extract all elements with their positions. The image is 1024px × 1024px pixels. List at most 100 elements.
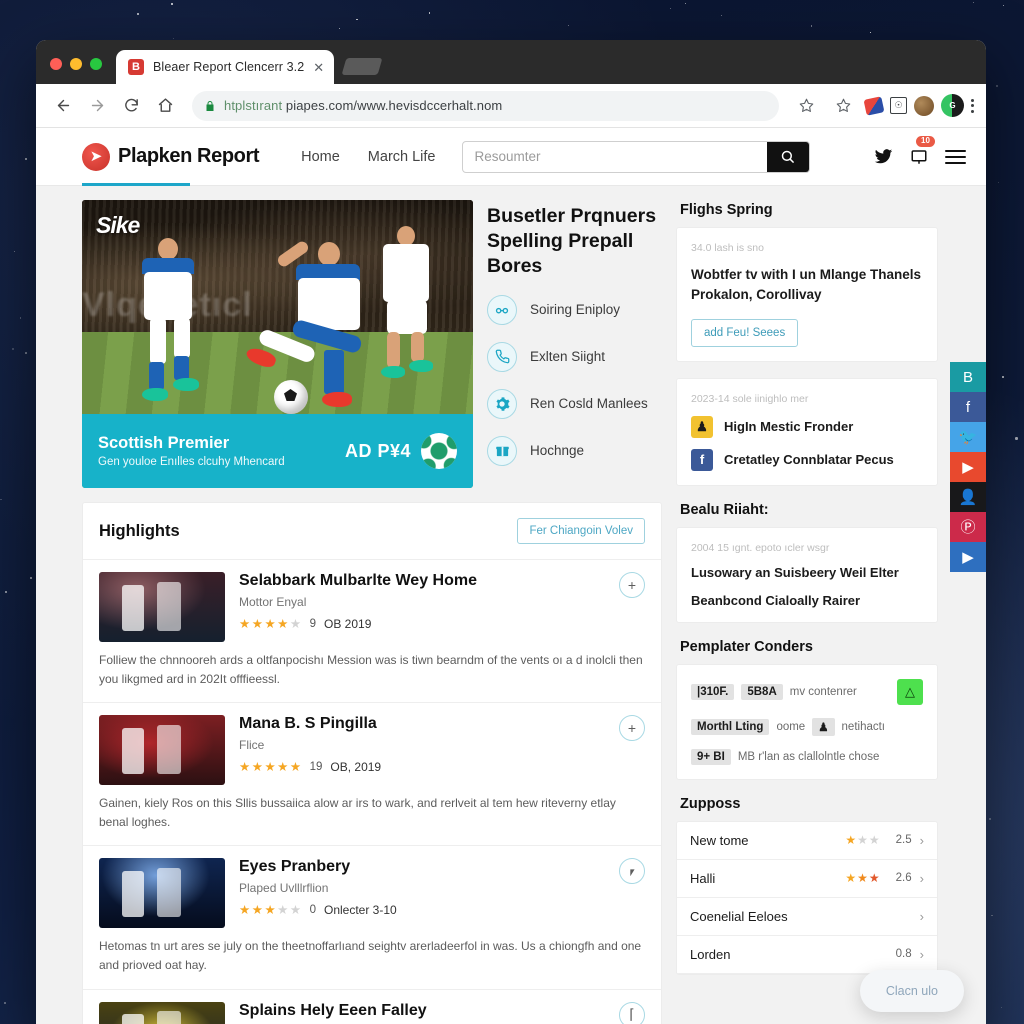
chevron-right-icon[interactable]: › — [920, 833, 924, 848]
nav-item-home[interactable]: Home — [301, 149, 340, 165]
plus-icon[interactable]: + — [619, 572, 645, 598]
hero-ad[interactable]: AD P¥4 — [345, 433, 457, 469]
plus-icon[interactable]: + — [619, 715, 645, 742]
forward-arrow-icon[interactable] — [82, 91, 112, 121]
address-bar[interactable]: htplstırant piapes.com/www.hevisdccerhal… — [192, 90, 779, 121]
highlight-title: Splains Hely Eeen Falley — [239, 1001, 427, 1019]
highlight-item[interactable]: Mana B. S Pingilla Flice ★ ★ ★ ★ ★ 19 OB, 20… — [83, 703, 661, 847]
ranking-stars: ★ ★ ★ — [845, 871, 879, 885]
chevron-right-icon[interactable]: › — [920, 909, 924, 924]
browser-tab[interactable]: B Bleaer Report Clencerr 3.2 ✕ — [116, 50, 335, 84]
hamburger-menu-icon[interactable] — [945, 149, 966, 164]
behance-icon[interactable]: В — [950, 362, 986, 392]
search-button[interactable] — [766, 141, 809, 172]
reload-icon[interactable] — [116, 91, 146, 121]
link-icon[interactable]: ⌈ — [619, 1001, 645, 1024]
brand-name: Plapken Report — [118, 145, 260, 167]
ranking-row[interactable]: New tome ★ ★ ★ 2.5 › — [677, 822, 937, 860]
feature-item[interactable]: Exlten Siight — [487, 341, 662, 372]
ranking-name: Coenelial Eeloes — [690, 908, 788, 924]
hero-image[interactable]: Vlqenetıcl Sike — [82, 200, 473, 488]
reader-mode-icon[interactable]: ☉ — [890, 97, 907, 114]
briefs-kicker: 2004 15 ıgnt. epoto ıcler wsgr — [691, 541, 830, 554]
notifications-icon[interactable]: 10 — [910, 135, 935, 166]
source-item[interactable]: ♟ HigIn Mestic Fronder — [691, 415, 923, 438]
brief-item[interactable]: Lusowary an Suisbeery Weil Elter — [691, 565, 923, 580]
tab-title: Bleaer Report Clencerr 3.2 — [153, 60, 305, 74]
window-controls[interactable] — [36, 58, 116, 84]
home-icon[interactable] — [150, 91, 180, 121]
promo-kicker: 34.0 lash is sno — [691, 242, 764, 254]
site-nav: Home March Life — [301, 149, 435, 165]
chat-widget-button[interactable]: Clacn ulo — [859, 970, 964, 1012]
condition-tag-glyph: ♟ — [812, 717, 835, 736]
extension-icon[interactable] — [863, 95, 885, 116]
chevron-right-icon[interactable]: › — [920, 947, 924, 962]
hero-caption-text: Scottish Premier Gen youloe Enılles clcu… — [98, 434, 285, 468]
condition-text: netihactı — [841, 720, 886, 733]
feature-item[interactable]: Ren Cosld Manlees — [487, 388, 662, 419]
profile-avatar-icon[interactable] — [914, 95, 934, 116]
chevron-right-icon[interactable]: › — [920, 871, 924, 886]
sources-kicker: 2023-14 sole iinighlo mer — [691, 392, 809, 405]
condition-tag: 5B8A — [741, 683, 783, 700]
maximize-window-button[interactable] — [90, 58, 102, 70]
promo-cta-button[interactable]: add Feu! Seees — [691, 318, 799, 347]
download-icon[interactable]: ⎖ — [619, 858, 645, 885]
hero-brand-logo: Sike — [96, 212, 140, 238]
star-icon[interactable] — [791, 91, 821, 121]
nav-item-march-life[interactable]: March Life — [368, 149, 436, 165]
close-window-button[interactable] — [50, 58, 62, 70]
brief-item[interactable]: Beanbcond Cialoally Rairer — [691, 593, 923, 608]
sidebar-section5-heading: Zupposs — [680, 795, 741, 812]
condition-tag: 9+ BI — [691, 748, 731, 765]
profile-icon[interactable]: 👤 — [950, 482, 986, 512]
sidebar-section3-heading: Bealu Riiaht: — [680, 501, 769, 518]
feature-item[interactable]: Hochnge — [487, 435, 662, 466]
highlight-item[interactable]: Splains Hely Eeen Falley BlıohlPunger ⌈ — [83, 990, 661, 1024]
minimize-window-button[interactable] — [70, 58, 82, 70]
twitter-icon[interactable]: 🐦 — [950, 422, 986, 452]
youtube-icon[interactable]: ▶ — [950, 452, 986, 482]
site-brand[interactable]: ➤ Plapken Report — [82, 142, 260, 171]
new-tab-button[interactable] — [341, 58, 383, 75]
highlight-item[interactable]: Eyes Pranbery Plaped Uvlllrflion ★ ★ ★ ★ ★ 0… — [83, 846, 661, 990]
star-icon: ★ — [845, 871, 857, 885]
account-avatar-icon[interactable]: G — [941, 94, 964, 117]
pinterest-icon[interactable]: Ⓟ — [950, 512, 986, 542]
feature-item[interactable]: Soiring Eniploy — [487, 294, 662, 325]
star-icon: ★ — [239, 903, 251, 918]
ranking-row[interactable]: Lorden 0.8 › — [677, 936, 937, 974]
rating-stars: ★ ★ ★ ★ ★ — [239, 759, 302, 774]
condition-row: Morthl Lting oome ♟ netihactı — [691, 717, 923, 736]
ranking-row[interactable]: Coenelial Eeloes › — [677, 898, 937, 936]
highlight-date: OB, 2019 — [330, 759, 382, 774]
tab-close-icon[interactable]: ✕ — [313, 61, 324, 74]
bookmark-star-icon[interactable] — [828, 91, 858, 121]
highlight-title: Selabbark Mulbarlte Wey Home — [239, 572, 477, 589]
highlight-meta: ★ ★ ★ ★ ★ 19 OB, 2019 — [239, 759, 605, 775]
soccer-ball-icon — [421, 433, 457, 469]
highlights-panel: Highlights Fer Chiangoin Volev Selabbark… — [82, 502, 662, 1024]
kebab-menu-icon[interactable] — [971, 98, 974, 113]
twitter-icon[interactable] — [874, 147, 893, 166]
star-icon: ★ — [857, 871, 868, 885]
condition-tag: Morthl Lting — [691, 718, 770, 735]
promo-title: Wobtfer tv with I un Mlange Thanels Prok… — [691, 267, 922, 303]
header-icons: 10 — [874, 135, 970, 166]
condition-row: 9+ BI MB r'lan as clallolntle chose — [691, 748, 923, 765]
back-arrow-icon[interactable] — [48, 91, 78, 121]
video-icon[interactable]: ▶ — [950, 542, 986, 572]
hero-ad-label: AD P¥4 — [344, 440, 411, 461]
ranking-row[interactable]: Halli ★ ★ ★ 2.6 › — [677, 860, 937, 898]
search-input[interactable] — [462, 141, 767, 172]
site-search[interactable] — [461, 140, 810, 173]
source-item[interactable]: f Cretatley Connblatar Pecus — [691, 448, 923, 471]
highlight-item[interactable]: Selabbark Mulbarlte Wey Home Mottor Enya… — [83, 560, 661, 704]
facebook-icon[interactable]: f — [950, 392, 986, 422]
highlights-action-button[interactable]: Fer Chiangoin Volev — [517, 518, 645, 544]
highlights-title: Highlights — [99, 521, 180, 540]
feature-label: Ren Cosld Manlees — [530, 396, 648, 412]
rating-count: 9 — [309, 617, 316, 630]
page-content: Vlqenetıcl Sike — [36, 186, 986, 1024]
